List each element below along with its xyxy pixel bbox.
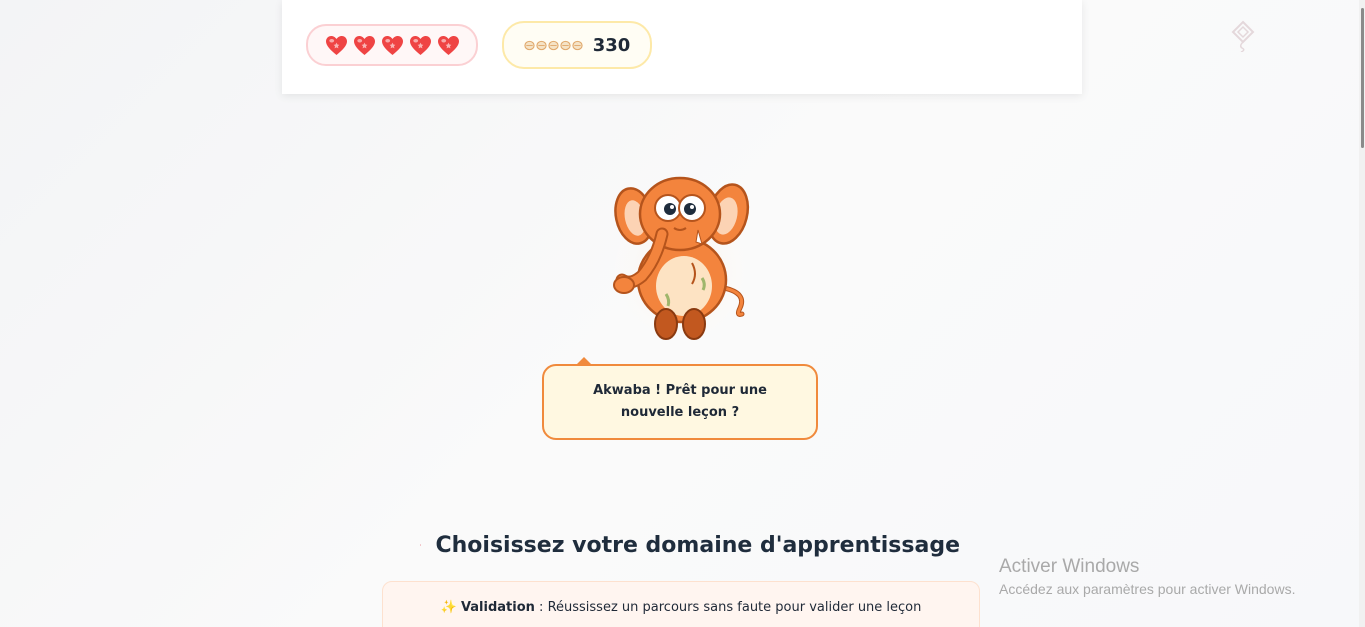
elephant-mascot-icon bbox=[604, 176, 760, 348]
coin-icon bbox=[560, 40, 571, 50]
hearts-counter bbox=[306, 24, 478, 66]
coin-icon bbox=[536, 40, 547, 50]
top-status-bar: 330 bbox=[282, 0, 1082, 94]
validation-text: : Réussissez un parcours sans faute pour… bbox=[534, 600, 922, 615]
kite-icon bbox=[1231, 20, 1255, 52]
target-icon bbox=[420, 544, 422, 546]
section-heading: Choisissez votre domaine d'apprentissage bbox=[420, 527, 960, 563]
page-title: Choisissez votre domaine d'apprentissage bbox=[435, 532, 960, 558]
watermark-subtitle: Accédez aux paramètres pour activer Wind… bbox=[999, 581, 1296, 597]
heart-icon bbox=[437, 35, 459, 55]
heart-icon bbox=[381, 35, 403, 55]
sparkles-icon: ✨ bbox=[440, 600, 457, 615]
coin-icon bbox=[548, 40, 559, 50]
validation-info-box: ✨ Validation : Réussissez un parcours sa… bbox=[382, 581, 980, 627]
heart-icon bbox=[353, 35, 375, 55]
watermark-title: Activer Windows bbox=[999, 556, 1140, 577]
scrollbar-thumb[interactable] bbox=[1361, 8, 1364, 148]
coin-icon bbox=[524, 40, 535, 50]
heart-icon bbox=[409, 35, 431, 55]
windows-activation-watermark: Activer Windows Accédez aux paramètres p… bbox=[999, 555, 1295, 599]
speech-bubble: Akwaba ! Prêt pour une nouvelle leçon ? bbox=[542, 364, 818, 440]
heart-icon bbox=[325, 35, 347, 55]
coins-counter: 330 bbox=[502, 21, 652, 69]
validation-label: Validation bbox=[460, 600, 535, 615]
coins-stack-icon bbox=[524, 40, 583, 51]
speech-text: Akwaba ! Prêt pour une nouvelle leçon ? bbox=[593, 383, 767, 420]
coin-icon bbox=[572, 40, 583, 50]
coin-count: 330 bbox=[592, 34, 631, 56]
page-scrollbar[interactable] bbox=[1359, 0, 1365, 627]
